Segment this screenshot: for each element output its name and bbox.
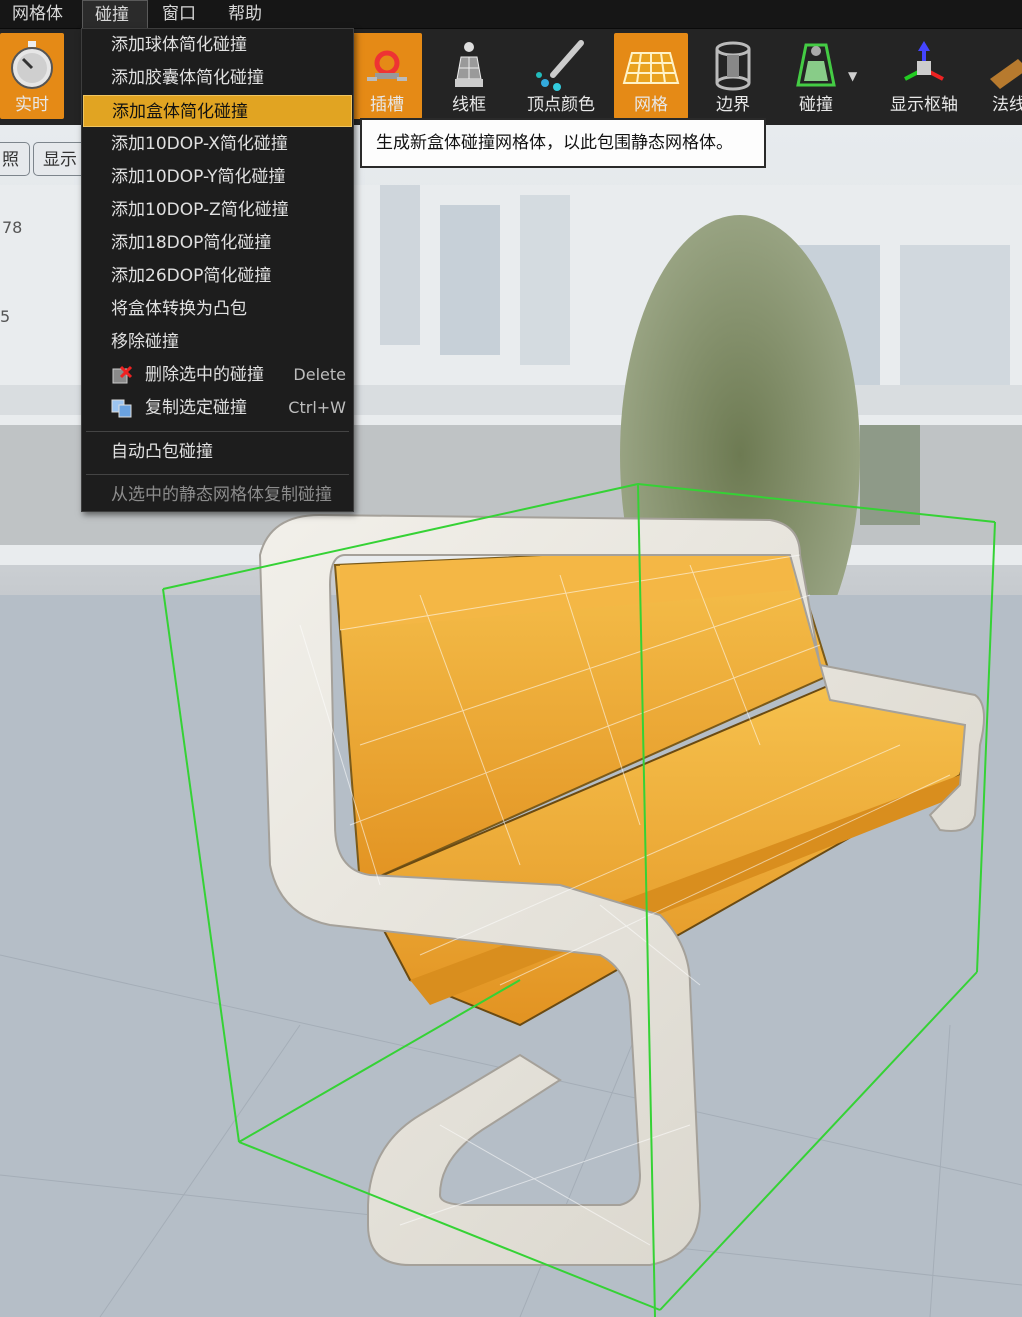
menu-item-copy-collision-from-selected[interactable]: 从选中的静态网格体复制碰撞 xyxy=(83,479,352,511)
toolbar-grid-label: 网格 xyxy=(634,95,668,115)
menu-item-remove-collision[interactable]: 移除碰撞 xyxy=(83,326,352,358)
menu-item-add-10dop-x[interactable]: 添加10DOP-X简化碰撞 xyxy=(83,128,352,160)
menu-item-add-10dop-y[interactable]: 添加10DOP-Y简化碰撞 xyxy=(83,161,352,193)
collision-dropdown-arrow-icon[interactable]: ▼ xyxy=(848,69,857,83)
menu-item-tooltip: 生成新盒体碰撞网格体，以此包围静态网格体。 xyxy=(360,118,766,168)
stopwatch-icon xyxy=(11,41,53,89)
pivot-icon xyxy=(904,41,944,81)
menu-item-add-10dop-z[interactable]: 添加10DOP-Z简化碰撞 xyxy=(83,194,352,226)
menu-item-add-26dop[interactable]: 添加26DOP简化碰撞 xyxy=(83,260,352,292)
toolbar-normals-button[interactable]: 法线 xyxy=(984,33,1022,119)
bounds-icon xyxy=(715,41,751,91)
toolbar-normals-label: 法线 xyxy=(992,95,1022,115)
toolbar-bounds-label: 边界 xyxy=(716,95,750,115)
menu-item-convert-boxes-to-convex[interactable]: 将盒体转换为凸包 xyxy=(83,293,352,325)
toolbar-wireframe-button[interactable]: 线框 xyxy=(430,33,508,119)
menu-separator xyxy=(86,431,349,432)
duplicate-shortcut: Ctrl+W xyxy=(288,398,346,417)
collision-icon xyxy=(796,43,836,87)
menu-help[interactable]: 帮助 xyxy=(216,0,274,28)
collision-menu: 添加球体简化碰撞 添加胶囊体简化碰撞 添加盒体简化碰撞 添加10DOP-X简化碰… xyxy=(81,28,354,512)
toolbar-vertex-colors-label: 顶点颜色 xyxy=(527,95,595,115)
duplicate-collision-icon xyxy=(111,399,132,418)
viewport-stat-2: 5 xyxy=(0,307,11,326)
menu-item-add-box-collision[interactable]: 添加盒体简化碰撞 xyxy=(83,95,352,127)
toolbar-wireframe-label: 线框 xyxy=(452,95,486,115)
normals-icon xyxy=(990,59,1022,89)
menu-separator xyxy=(86,474,349,475)
toolbar-show-pivot-button[interactable]: 显示枢轴 xyxy=(876,33,972,119)
toolbar-bounds-button[interactable]: 边界 xyxy=(696,33,770,119)
wireframe-icon xyxy=(455,42,483,87)
viewport-stat-1: 78 xyxy=(2,218,23,237)
menu-bar: 网格体 碰撞 窗口 帮助 xyxy=(0,0,1022,29)
menu-item-auto-convex-collision[interactable]: 自动凸包碰撞 xyxy=(83,436,352,468)
toolbar-realtime-label: 实时 xyxy=(15,95,49,115)
grid-icon xyxy=(622,52,680,84)
toolbar-show-pivot-label: 显示枢轴 xyxy=(890,95,958,115)
toolbar-sockets-label: 插槽 xyxy=(370,95,404,115)
menu-item-delete-selected-collision[interactable]: 删除选中的碰撞 Delete xyxy=(83,359,352,391)
toolbar-realtime-button[interactable]: 实时 xyxy=(0,33,64,119)
toolbar-collision-label: 碰撞 xyxy=(799,95,833,115)
menu-window[interactable]: 窗口 xyxy=(150,0,208,28)
toolbar-grid-button[interactable]: 网格 xyxy=(614,33,688,119)
delete-selected-collision-label: 删除选中的碰撞 xyxy=(145,365,264,385)
delete-shortcut: Delete xyxy=(293,365,346,384)
duplicate-selected-collision-label: 复制选定碰撞 xyxy=(145,398,247,418)
menu-mesh[interactable]: 网格体 xyxy=(0,0,75,28)
delete-collision-icon xyxy=(112,365,133,384)
socket-icon xyxy=(367,50,407,81)
menu-item-add-capsule-collision[interactable]: 添加胶囊体简化碰撞 xyxy=(83,62,352,94)
vertex-color-icon xyxy=(536,40,584,91)
viewport-lit-button[interactable]: 照 xyxy=(0,142,30,176)
toolbar-sockets-button[interactable]: 插槽 xyxy=(352,33,422,119)
toolbar-vertex-colors-button[interactable]: 顶点颜色 xyxy=(516,33,606,119)
menu-item-duplicate-selected-collision[interactable]: 复制选定碰撞 Ctrl+W xyxy=(83,392,352,424)
menu-item-add-sphere-collision[interactable]: 添加球体简化碰撞 xyxy=(83,29,352,61)
menu-collision[interactable]: 碰撞 xyxy=(82,0,148,28)
menu-item-add-18dop[interactable]: 添加18DOP简化碰撞 xyxy=(83,227,352,259)
viewport-show-button[interactable]: 显示 xyxy=(33,142,87,176)
toolbar-collision-button[interactable]: 碰撞 xyxy=(776,33,856,119)
